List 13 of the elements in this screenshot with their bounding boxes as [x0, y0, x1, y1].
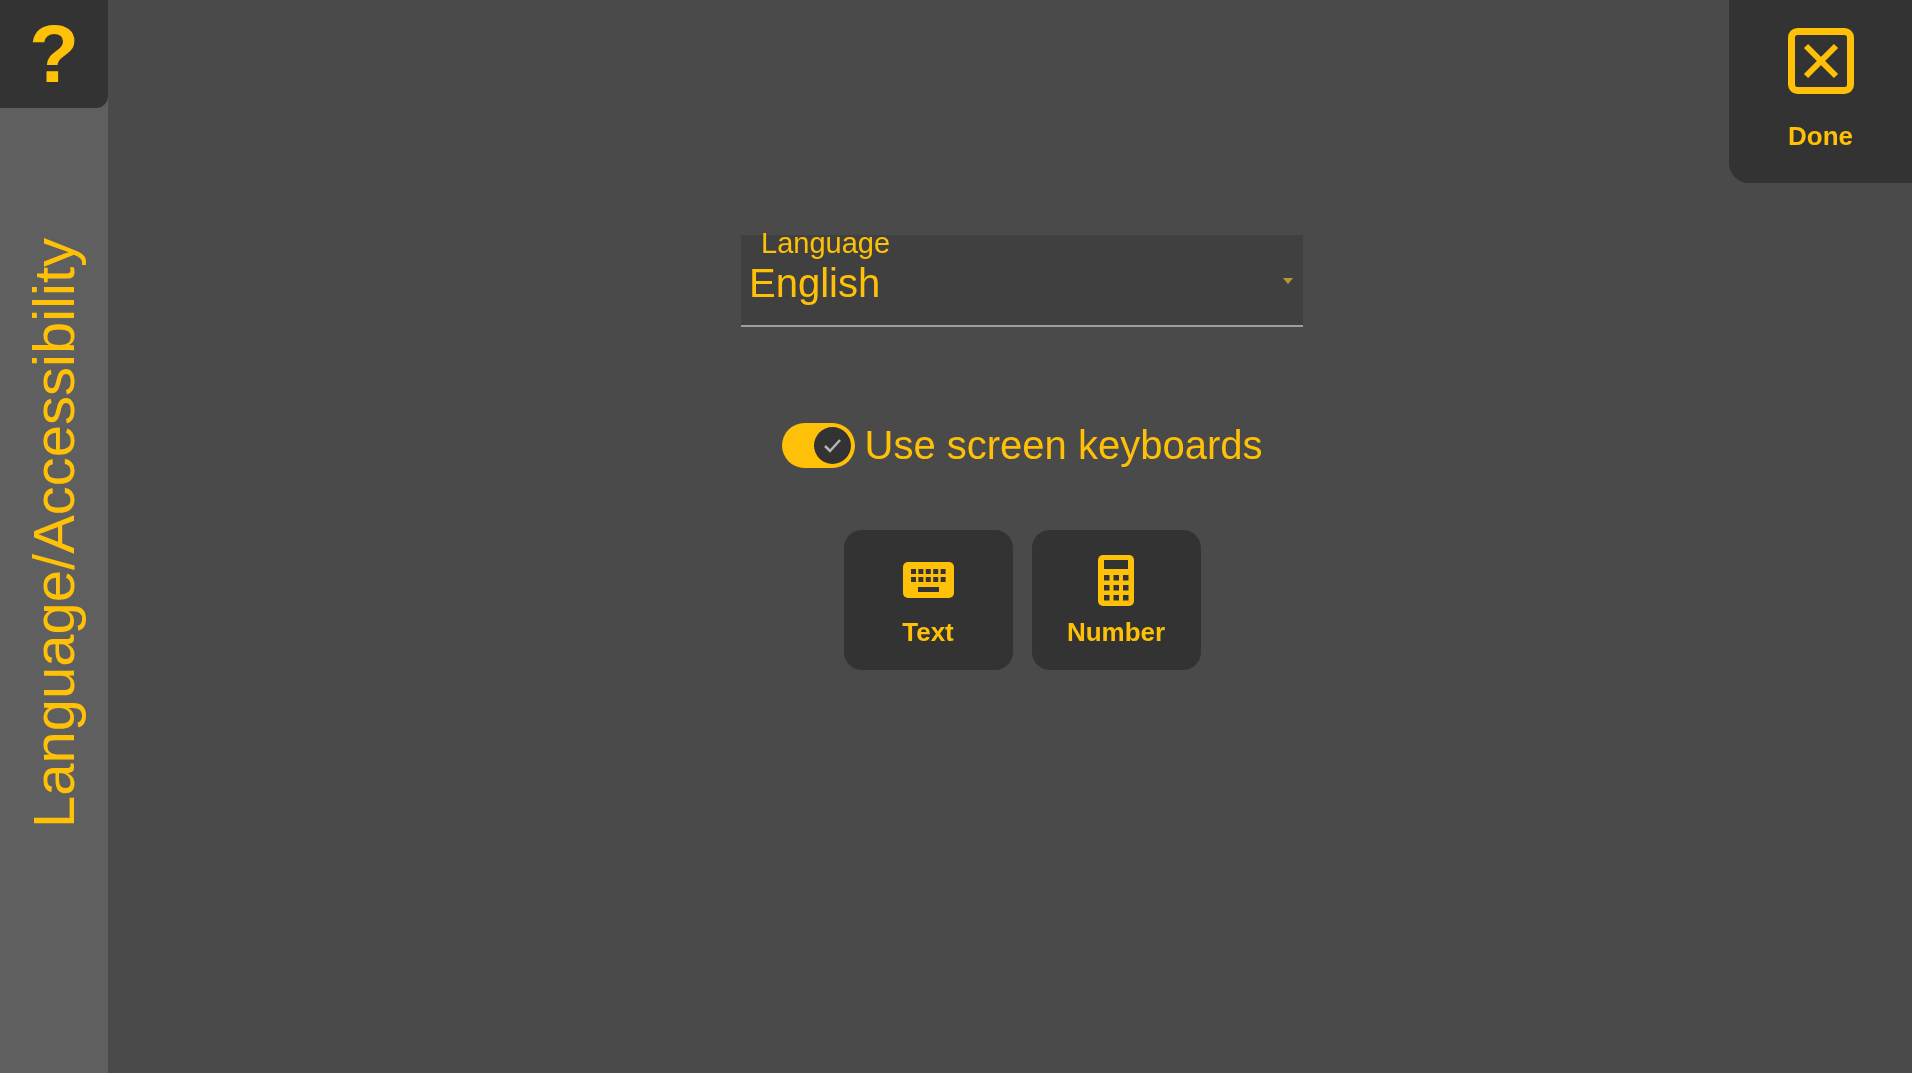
- language-dropdown[interactable]: Language English: [741, 235, 1303, 327]
- keyboard-type-button[interactable]: Number: [1031, 530, 1201, 670]
- toggle-label: Use screen keyboards: [864, 422, 1263, 468]
- check-icon: [813, 426, 851, 464]
- help-button[interactable]: ?: [0, 0, 108, 108]
- keyboard-type-button[interactable]: Text: [843, 530, 1013, 670]
- close-icon: [1787, 28, 1854, 94]
- caret-icon: [1283, 278, 1293, 284]
- dropdown-value: English: [749, 260, 881, 306]
- keyboard-icon: [902, 562, 954, 598]
- toggle-switch[interactable]: [781, 422, 855, 468]
- done-button[interactable]: Done: [1729, 0, 1912, 183]
- calculator-icon: [1098, 554, 1134, 606]
